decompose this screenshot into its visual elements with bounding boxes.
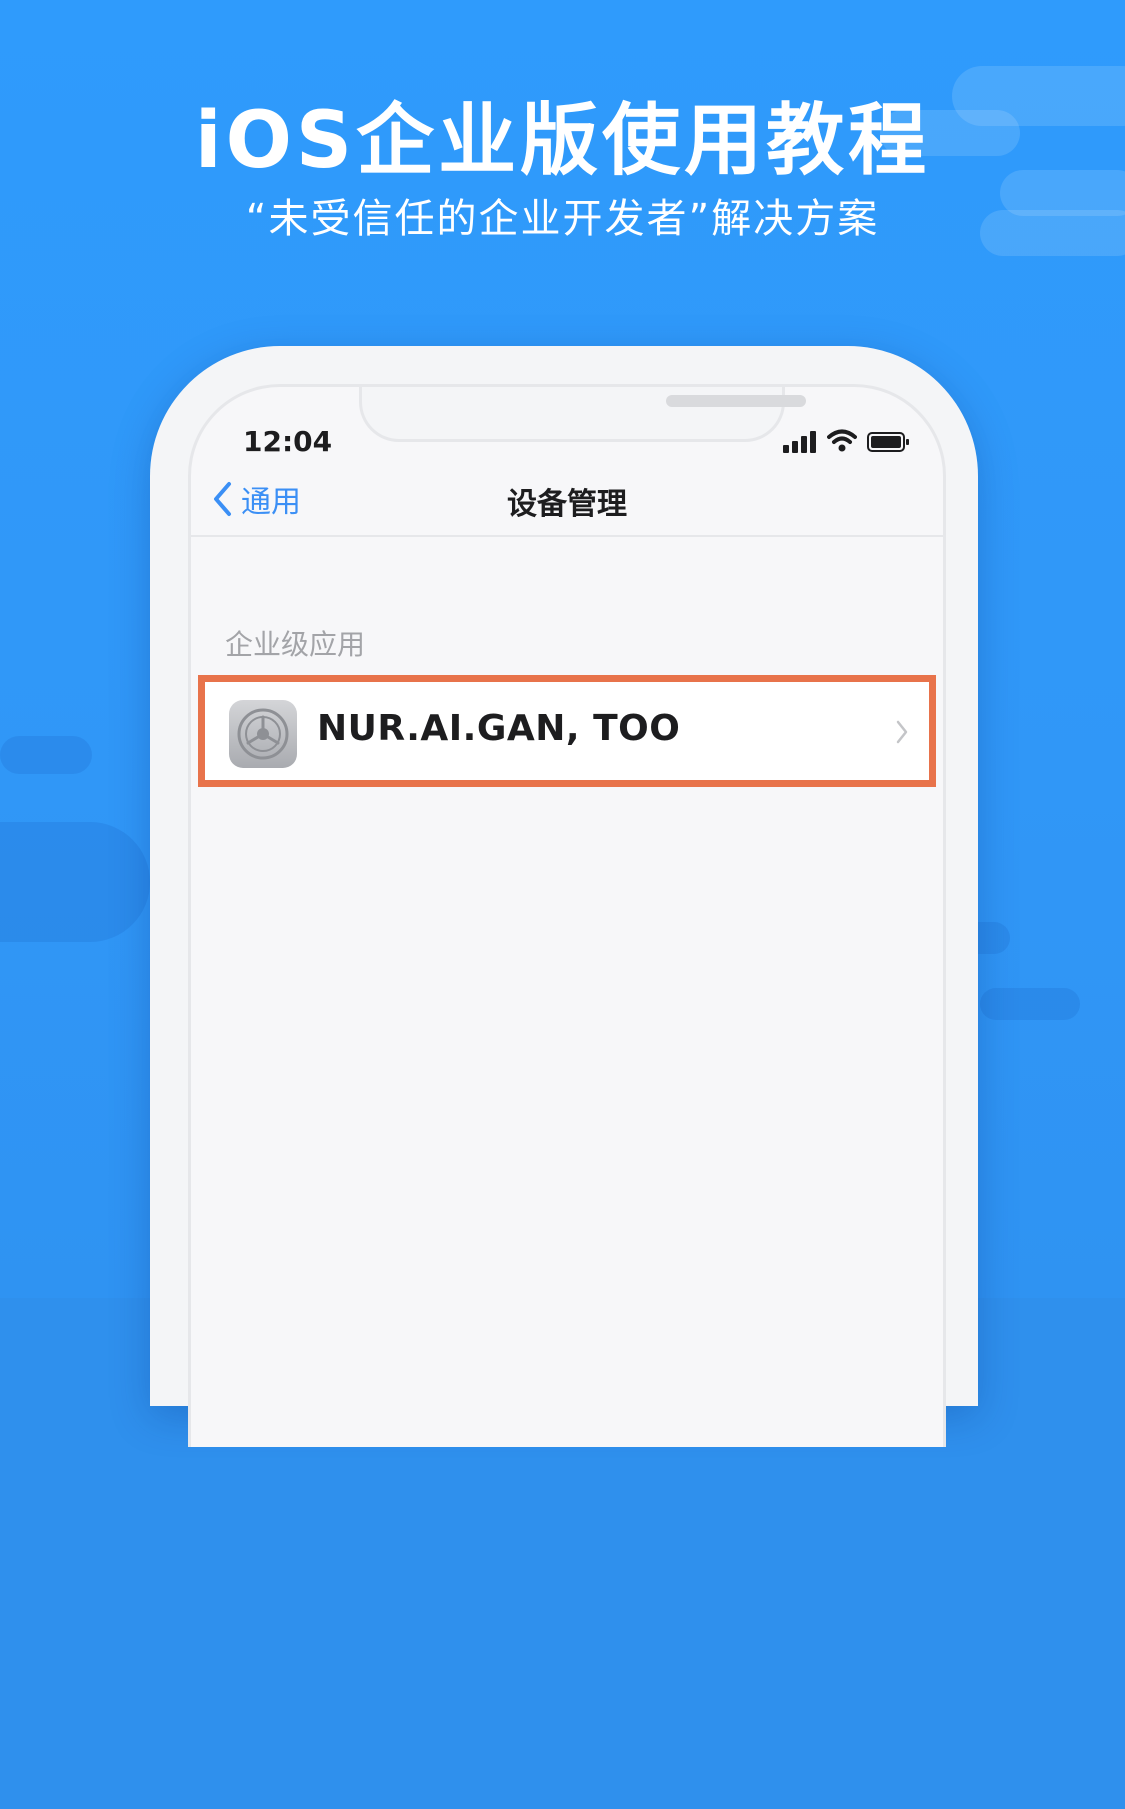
chevron-right-icon: [896, 720, 908, 744]
phone-screen: 12:04 通用 设备管理 企业级应用 NUR.AI.GAN, TOO: [188, 384, 946, 1447]
signal-icon: [783, 431, 816, 453]
page-subtitle: “未受信任的企业开发者”解决方案: [245, 196, 880, 242]
decorative-cloud: [0, 736, 92, 774]
phone-mockup: 12:04 通用 设备管理 企业级应用 NUR.AI.GAN, TOO: [150, 346, 978, 1447]
battery-icon: [867, 432, 909, 452]
navigation-bar: 通用 设备管理: [191, 465, 943, 537]
enterprise-app-row[interactable]: NUR.AI.GAN, TOO: [198, 675, 936, 787]
wifi-icon: [827, 429, 857, 452]
nav-title: 设备管理: [507, 487, 627, 522]
status-time: 12:04: [243, 425, 333, 458]
decorative-cloud: [0, 822, 150, 942]
enterprise-app-label: NUR.AI.GAN, TOO: [317, 708, 681, 749]
page-title: iOS企业版使用教程: [194, 96, 931, 186]
settings-gear-icon: [229, 700, 297, 768]
settings-gear-graphic: [237, 708, 289, 760]
section-header: 企业级应用: [225, 628, 366, 661]
status-icons: [783, 427, 913, 455]
decorative-cloud: [980, 988, 1080, 1020]
phone-notch: [359, 387, 806, 442]
phone-speaker: [666, 395, 806, 407]
